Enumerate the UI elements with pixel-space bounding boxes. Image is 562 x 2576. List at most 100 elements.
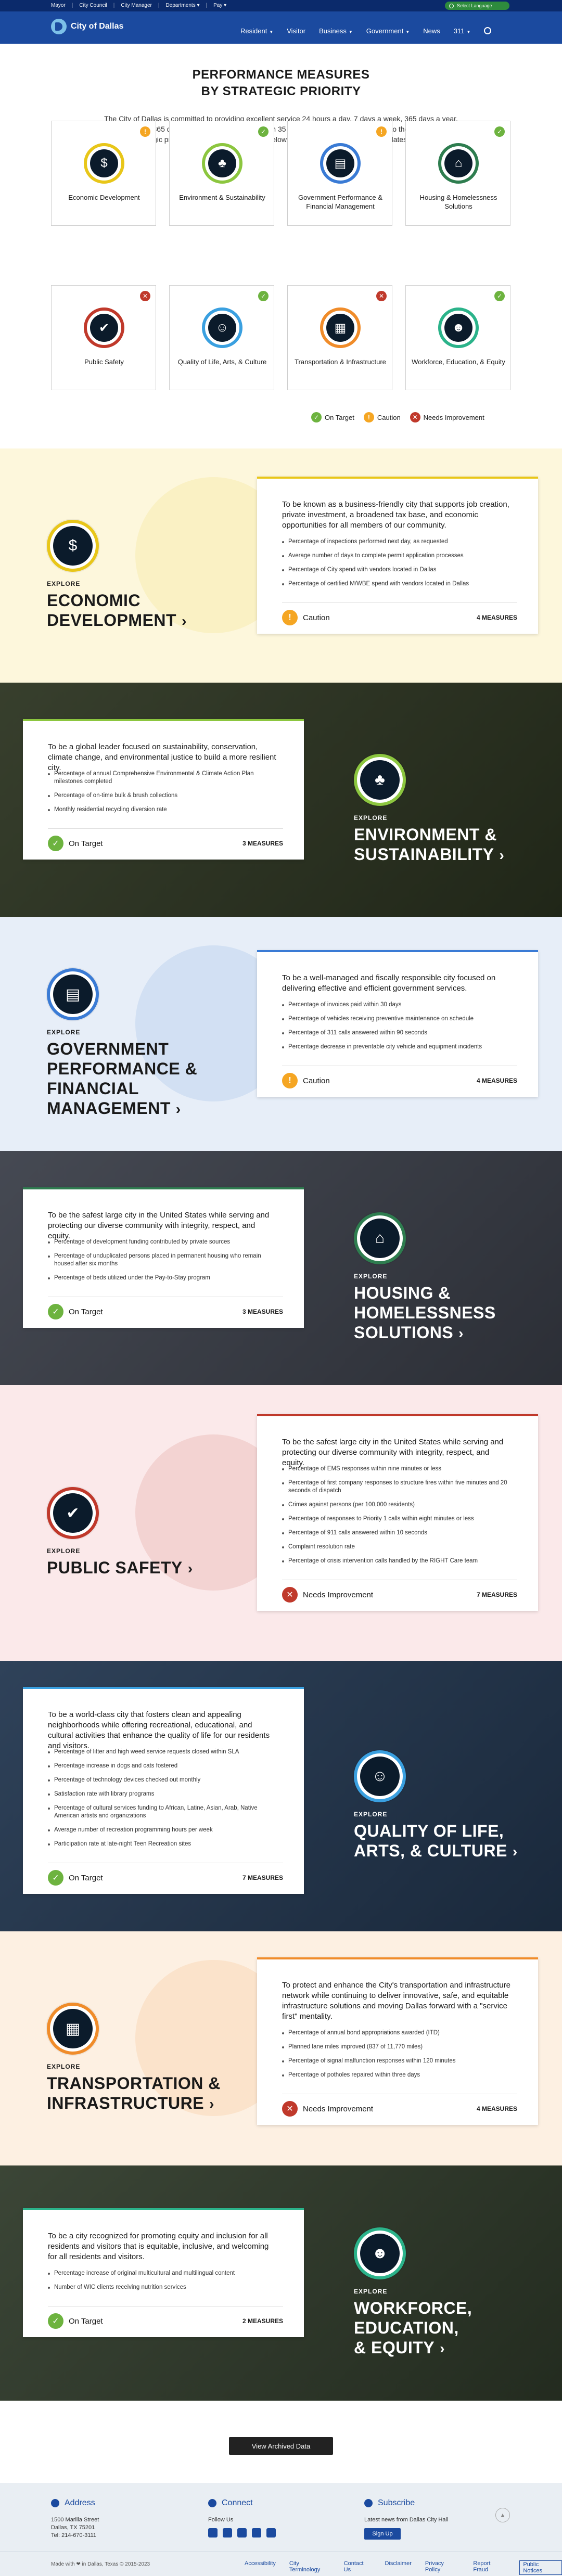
utility-link-departments[interactable]: Departments ▾ [165, 3, 199, 8]
back-to-top-button[interactable]: ▲ [495, 2508, 510, 2522]
priority-tile[interactable]: $ Economic Development [51, 121, 156, 226]
site-logo[interactable]: City of Dallas [51, 19, 123, 34]
measure-item: Percentage of vehicles receiving prevent… [282, 1015, 511, 1023]
explore-label: EXPLORE [47, 1547, 81, 1555]
priority-icon-ring: ⌂ [438, 143, 479, 184]
measure-item: Participation rate at late-night Teen Re… [48, 1840, 277, 1848]
priority-title: WORKFORCE, EDUCATION, & EQUITY › [354, 2298, 472, 2359]
instagram-icon[interactable] [237, 2528, 247, 2537]
chevron-down-icon: ▼ [466, 30, 471, 34]
explore-label: EXPLORE [354, 1273, 388, 1280]
nav-government[interactable]: Government ▼ [366, 27, 410, 35]
footer-link-accessibility[interactable]: Accessibility [245, 2560, 276, 2575]
nav-news[interactable]: News [423, 27, 440, 35]
priority-tile[interactable]: ♣ Environment & Sustainability [169, 121, 274, 226]
priority-title-line: FINANCIAL [47, 1079, 139, 1098]
priority-title: QUALITY OF LIFE, ARTS, & CULTURE › [354, 1821, 518, 1862]
priority-section: ☺ EXPLORE QUALITY OF LIFE, ARTS, & CULTURE ›… [0, 1661, 562, 1931]
select-language-button[interactable]: Select Language [445, 2, 509, 10]
priority-icon-ring: ☻ [438, 307, 479, 348]
priority-status-label: On Target [69, 1307, 103, 1316]
priority-tile[interactable]: ☺ Quality of Life, Arts, & Culture [169, 285, 274, 390]
measure-item: Percentage of signal malfunction respons… [282, 2057, 511, 2065]
footer-link-city-terminology[interactable]: City Terminology [289, 2560, 330, 2575]
nav-visitor[interactable]: Visitor [287, 27, 305, 35]
search-icon[interactable] [484, 27, 492, 34]
priority-icon-ring: ▦ [47, 2003, 99, 2055]
chevron-down-icon: ▼ [405, 30, 410, 34]
nav-311[interactable]: 311 ▼ [454, 27, 471, 35]
footer-bottom: Made with ❤ in Dallas, Texas © 2015-2023… [0, 2552, 562, 2576]
view-archived-data-button[interactable]: View Archived Data [229, 2437, 333, 2455]
explore-link[interactable]: ▤ EXPLORE GOVERNMENT PERFORMANCE & FINANCIAL… [47, 968, 197, 1119]
main-nav: Resident ▼ Visitor Business ▼ Government ▼ … [240, 27, 505, 35]
measure-count: 2 MEASURES [242, 2317, 283, 2325]
footer-link-disclaimer[interactable]: Disclaimer [385, 2560, 412, 2575]
priority-status: On Target [48, 1304, 103, 1319]
priority-tile[interactable]: ▤ Government Performance & Financial Mana… [287, 121, 392, 226]
twitter-icon[interactable] [223, 2528, 232, 2537]
x-icon [282, 1587, 298, 1603]
priority-summary: To be the safest large city in the Unite… [282, 1438, 504, 1467]
priority-tile-label: Environment & Sustainability [179, 194, 265, 201]
explore-link[interactable]: ♣ EXPLORE ENVIRONMENT & SUSTAINABILITY › [354, 754, 504, 865]
priority-status-label: Needs Improvement [303, 2104, 374, 2113]
measure-count: 7 MEASURES [242, 1874, 283, 1881]
explore-link[interactable]: ⌂ EXPLORE HOUSING & HOMELESSNESS SOLUTIONS › [354, 1212, 496, 1343]
footer-link-public-notices[interactable]: Public Notices [519, 2560, 562, 2575]
measure-item: Percentage of invoices paid within 30 da… [282, 1001, 511, 1009]
utility-link-mayor[interactable]: Mayor [51, 3, 66, 8]
priority-section: ⌂ EXPLORE HOUSING & HOMELESSNESS SOLUTIONS › T… [0, 1151, 562, 1385]
site-name: City of Dallas [71, 22, 124, 31]
priority-status: Caution [282, 610, 330, 625]
priority-summary: To be the safest large city in the Unite… [48, 1211, 270, 1240]
utility-link-city-manager[interactable]: City Manager [121, 3, 151, 8]
priority-tile-label: Public Safety [84, 358, 124, 366]
chevron-right-icon: › [458, 1325, 464, 1341]
explore-link[interactable]: ▦ EXPLORE TRANSPORTATION & INFRASTRUCTURE › [47, 2003, 221, 2114]
priority-status-label: Caution [303, 613, 330, 622]
status-needs-improvement-icon [140, 291, 150, 301]
utility-link-pay[interactable]: Pay ▾ [213, 3, 226, 8]
house-icon: ⌂ [360, 1219, 400, 1258]
linkedin-icon[interactable] [266, 2528, 276, 2537]
site-footer: Address 1500 Marilla Street Dallas, TX 7… [0, 2483, 562, 2576]
footer-link-privacy-policy[interactable]: Privacy Policy [425, 2560, 460, 2575]
explore-link[interactable]: ☻ EXPLORE WORKFORCE, EDUCATION, & EQUITY › [354, 2227, 472, 2359]
theater-masks-icon: ☺ [208, 314, 236, 342]
measure-list: Percentage of inspections performed next… [282, 538, 511, 594]
site-header: City of Dallas Resident ▼ Visitor Busines… [0, 11, 562, 44]
explore-link[interactable]: ✔ EXPLORE PUBLIC SAFETY › [47, 1487, 193, 1579]
building-document-icon: ▤ [53, 975, 93, 1014]
explore-link[interactable]: $ EXPLORE ECONOMIC DEVELOPMENT › [47, 520, 187, 631]
explore-label: EXPLORE [47, 2063, 81, 2070]
footer-address: Address 1500 Marilla Street Dallas, TX 7… [51, 2498, 99, 2540]
priority-icon-ring: ✔ [47, 1487, 99, 1539]
priority-tile[interactable]: ▦ Transportation & Infrastructure [287, 285, 392, 390]
nav-business[interactable]: Business ▼ [319, 27, 353, 35]
footer-link-report-fraud[interactable]: Report Fraud [473, 2560, 506, 2575]
nav-business-label: Business [319, 27, 347, 35]
shield-check-icon: ✔ [53, 1493, 93, 1533]
priority-status: On Target [48, 836, 103, 851]
priority-tile[interactable]: ☻ Workforce, Education, & Equity [405, 285, 510, 390]
footer-link-contact-us[interactable]: Contact Us [344, 2560, 372, 2575]
sign-up-button[interactable]: Sign Up [364, 2528, 401, 2540]
facebook-icon[interactable] [208, 2528, 218, 2537]
youtube-icon[interactable] [252, 2528, 261, 2537]
intro-title-line1: PERFORMANCE MEASURES [192, 68, 370, 82]
nav-visitor-label: Visitor [287, 27, 306, 35]
explore-link[interactable]: ☺ EXPLORE QUALITY OF LIFE, ARTS, & CULTURE › [354, 1750, 518, 1862]
address-phone[interactable]: Tel: 214-670-3111 [51, 2532, 99, 2540]
priority-tile[interactable]: ✔ Public Safety [51, 285, 156, 390]
measure-item: Percentage of beds utilized under the Pa… [48, 1274, 277, 1282]
measure-item: Average number of recreation programming… [48, 1826, 277, 1834]
status-needs-improvement-icon [376, 291, 387, 301]
measure-item: Crimes against persons (per 100,000 resi… [282, 1501, 511, 1509]
nav-resident[interactable]: Resident ▼ [240, 27, 273, 35]
measure-item: Number of WIC clients receiving nutritio… [48, 2284, 277, 2291]
measure-count: 4 MEASURES [476, 614, 517, 621]
explore-label: EXPLORE [354, 2288, 388, 2295]
utility-link-city-council[interactable]: City Council [79, 3, 107, 8]
priority-tile[interactable]: ⌂ Housing & Homelessness Solutions [405, 121, 510, 226]
